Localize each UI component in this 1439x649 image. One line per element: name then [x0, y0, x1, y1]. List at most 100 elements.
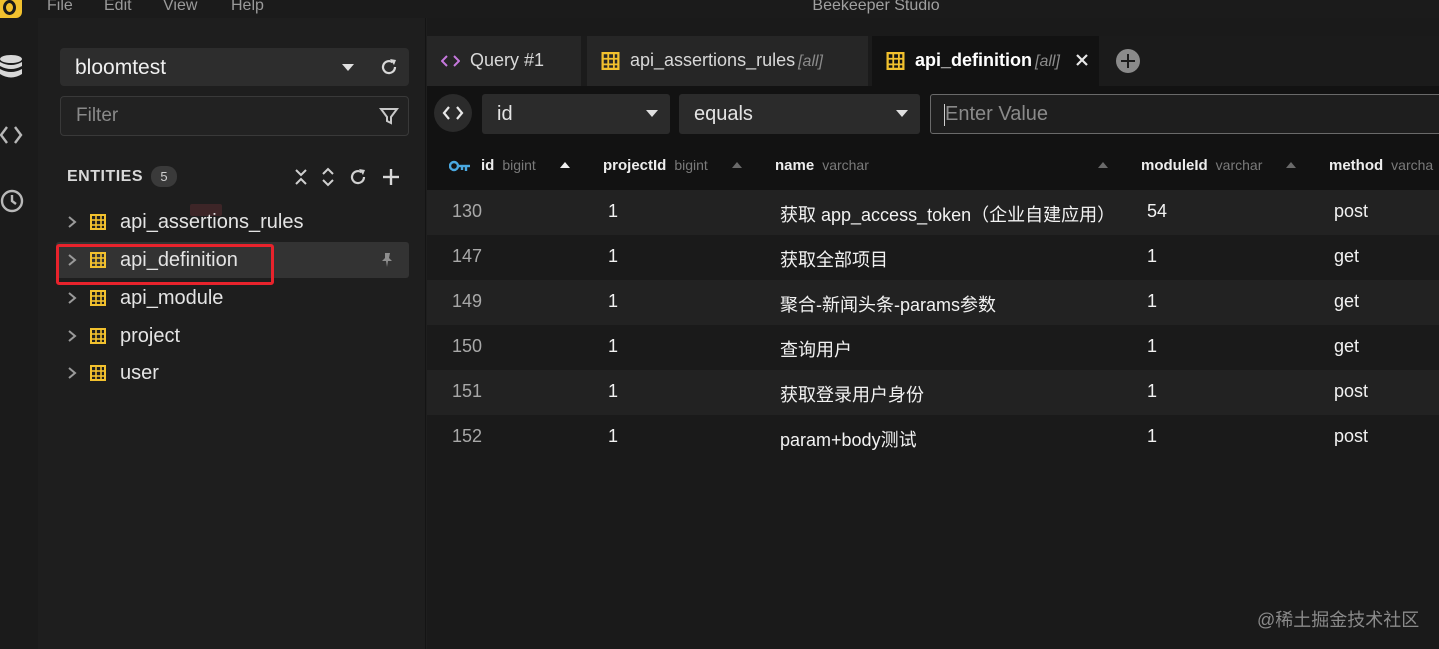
table-cell-id[interactable]: 151: [452, 381, 482, 402]
tab-scope: [all]: [1035, 53, 1060, 70]
entity-filter-input[interactable]: [62, 98, 362, 134]
code-icon[interactable]: [0, 122, 26, 148]
table-cell-projectid[interactable]: 1: [608, 426, 618, 447]
column-type: bigint: [674, 157, 708, 173]
table-cell-method[interactable]: get: [1334, 291, 1359, 312]
refresh-connection-icon[interactable]: [379, 57, 399, 77]
table-cell-name[interactable]: 获取登录用户身份: [780, 381, 924, 407]
table-row[interactable]: 151 1 获取登录用户身份 1 post: [427, 370, 1439, 415]
table-icon: [90, 328, 106, 344]
chevron-down-icon: [342, 64, 354, 71]
table-cell-id[interactable]: 130: [452, 201, 482, 222]
text-caret: [944, 104, 945, 126]
table-cell-moduleid[interactable]: 54: [1147, 201, 1167, 222]
main-panel: Query #1 api_assertions_rules [all] api_d…: [427, 18, 1439, 649]
table-cell-method[interactable]: post: [1334, 381, 1368, 402]
entity-item-api-definition[interactable]: api_definition: [56, 242, 409, 278]
table-cell-moduleid[interactable]: 1: [1147, 291, 1157, 312]
entity-filter: [60, 96, 409, 136]
table-cell-projectid[interactable]: 1: [608, 246, 618, 267]
history-icon[interactable]: [0, 188, 26, 214]
table-cell-projectid[interactable]: 1: [608, 336, 618, 357]
tab-label: api_definition [all]: [915, 50, 1060, 71]
tab-label-text: api_definition: [915, 50, 1032, 70]
filter-icon[interactable]: [379, 106, 399, 126]
table-cell-id[interactable]: 149: [452, 291, 482, 312]
entities-header: ENTITIES: [67, 168, 144, 185]
column-header-projectid[interactable]: projectId bigint: [603, 157, 708, 174]
sort-icon[interactable]: [1286, 162, 1296, 168]
tab-label: api_assertions_rules [all]: [630, 50, 823, 71]
column-header-name[interactable]: name varchar: [775, 157, 869, 174]
chevron-right-icon[interactable]: [66, 215, 78, 229]
sort-icon[interactable]: [732, 162, 742, 168]
table-row[interactable]: 152 1 param+body测试 1 post: [427, 415, 1439, 460]
entity-item-api-assertions-rules[interactable]: api_assertions_rules: [56, 204, 409, 240]
refresh-entities-icon[interactable]: [348, 167, 368, 187]
table-cell-method[interactable]: get: [1334, 246, 1359, 267]
code-icon: [442, 106, 464, 120]
table-cell-projectid[interactable]: 1: [608, 381, 618, 402]
expand-all-icon[interactable]: [318, 167, 338, 187]
table-row[interactable]: 149 1 聚合-新闻头条-params参数 1 get: [427, 280, 1439, 325]
entity-item-user[interactable]: user: [56, 355, 409, 391]
table-cell-name[interactable]: 获取全部项目: [780, 246, 888, 272]
tab-api-assertions-rules[interactable]: api_assertions_rules [all]: [587, 36, 868, 86]
entity-item-api-module[interactable]: api_module: [56, 280, 409, 316]
column-type: bigint: [502, 157, 536, 173]
table-cell-method[interactable]: post: [1334, 201, 1368, 222]
table-cell-moduleid[interactable]: 1: [1147, 246, 1157, 267]
title-bar: File Edit View Help Beekeeper Studio: [0, 0, 1439, 18]
column-header-method[interactable]: method varcha: [1329, 157, 1433, 174]
chevron-right-icon[interactable]: [66, 291, 78, 305]
tab-label: Query #1: [470, 50, 545, 70]
column-header-id[interactable]: id bigint: [481, 157, 536, 174]
table-cell-name[interactable]: 聚合-新闻头条-params参数: [780, 291, 996, 317]
table-icon: [90, 290, 106, 306]
new-tab-button[interactable]: [1116, 49, 1140, 73]
database-icon[interactable]: [0, 54, 26, 80]
window-title: Beekeeper Studio: [812, 0, 940, 14]
column-name: moduleId: [1141, 157, 1208, 174]
table-cell-name[interactable]: 获取 app_access_token（企业自建应用）: [780, 201, 1115, 227]
connection-select[interactable]: bloomtest: [60, 48, 409, 86]
filter-column-select[interactable]: id: [482, 94, 670, 134]
table-cell-moduleid[interactable]: 1: [1147, 426, 1157, 447]
add-entity-icon[interactable]: [381, 167, 401, 187]
entity-label: api_definition: [120, 249, 238, 271]
tab-query-1[interactable]: Query #1: [427, 36, 581, 86]
sort-icon[interactable]: [1098, 162, 1108, 168]
table-row[interactable]: 150 1 查询用户 1 get: [427, 325, 1439, 370]
table-cell-name[interactable]: 查询用户: [780, 336, 852, 362]
chevron-right-icon[interactable]: [66, 329, 78, 343]
raw-filter-toggle[interactable]: [434, 94, 472, 132]
table-cell-method[interactable]: post: [1334, 426, 1368, 447]
entity-item-project[interactable]: project: [56, 318, 409, 354]
activity-bar: [0, 18, 38, 649]
filter-operator-select[interactable]: equals: [679, 94, 920, 134]
collapse-all-icon[interactable]: [291, 167, 311, 187]
table-cell-projectid[interactable]: 1: [608, 291, 618, 312]
column-header-moduleid[interactable]: moduleId varchar: [1141, 157, 1262, 174]
table-cell-id[interactable]: 147: [452, 246, 482, 267]
chevron-right-icon[interactable]: [66, 366, 78, 380]
table-cell-method[interactable]: get: [1334, 336, 1359, 357]
table-cell-moduleid[interactable]: 1: [1147, 336, 1157, 357]
chevron-down-icon: [646, 110, 658, 117]
table-cell-name[interactable]: param+body测试: [780, 426, 917, 452]
close-icon[interactable]: [1073, 51, 1091, 69]
table-row[interactable]: 130 1 获取 app_access_token（企业自建应用） 54 post: [427, 190, 1439, 235]
table-cell-projectid[interactable]: 1: [608, 201, 618, 222]
chevron-right-icon[interactable]: [66, 253, 78, 267]
table-cell-id[interactable]: 152: [452, 426, 482, 447]
table-cell-moduleid[interactable]: 1: [1147, 381, 1157, 402]
tab-label-text: api_assertions_rules: [630, 50, 796, 70]
filter-value-input[interactable]: [930, 94, 1439, 134]
column-type: varcha: [1391, 157, 1434, 173]
pin-icon[interactable]: [379, 252, 395, 268]
table-cell-id[interactable]: 150: [452, 336, 482, 357]
sort-asc-icon[interactable]: [560, 162, 570, 168]
table-row[interactable]: 147 1 获取全部项目 1 get: [427, 235, 1439, 280]
connection-label: bloomtest: [75, 56, 167, 79]
tab-api-definition[interactable]: api_definition [all]: [872, 36, 1099, 86]
